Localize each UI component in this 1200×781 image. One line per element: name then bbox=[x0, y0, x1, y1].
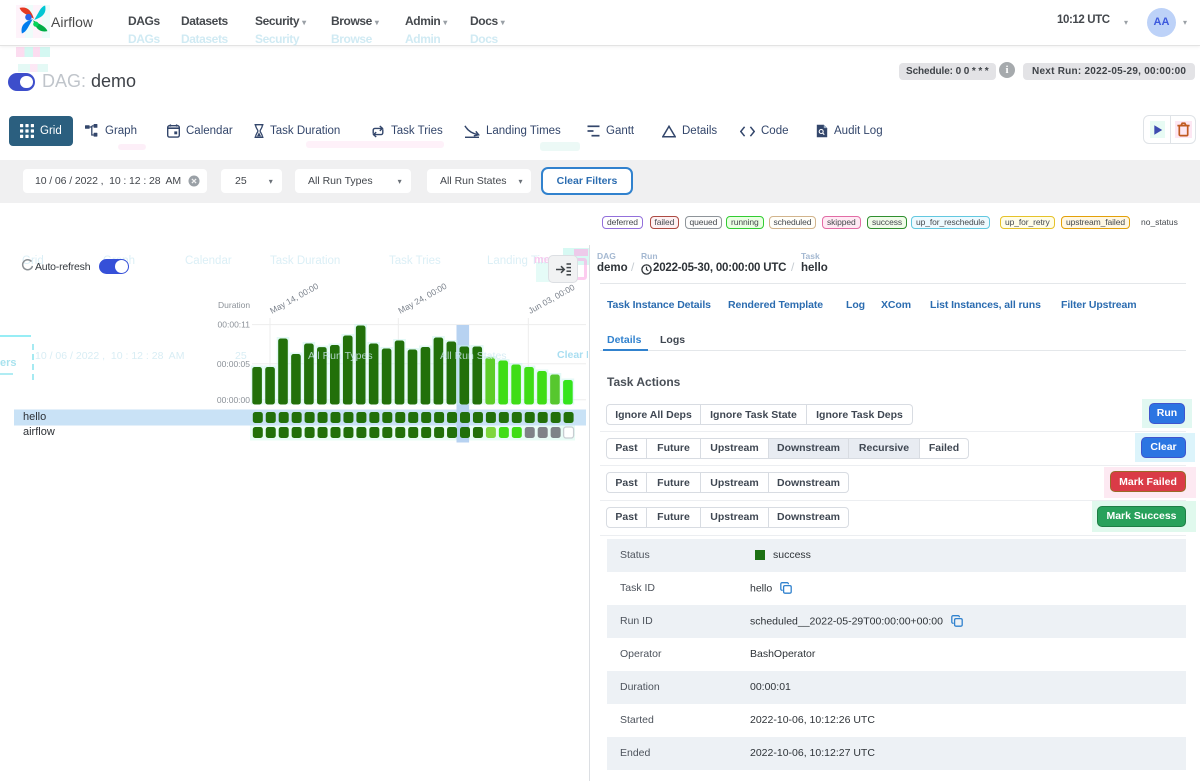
svg-text:00:00:11: 00:00:11 bbox=[218, 320, 251, 330]
svg-text:Duration: Duration bbox=[218, 300, 250, 310]
svg-text:May 14, 00:00: May 14, 00:00 bbox=[268, 281, 320, 316]
svg-text:Jun 03, 00:00: Jun 03, 00:00 bbox=[526, 282, 576, 316]
svg-text:00:00:00: 00:00:00 bbox=[217, 395, 250, 405]
svg-text:May 24, 00:00: May 24, 00:00 bbox=[396, 281, 448, 316]
